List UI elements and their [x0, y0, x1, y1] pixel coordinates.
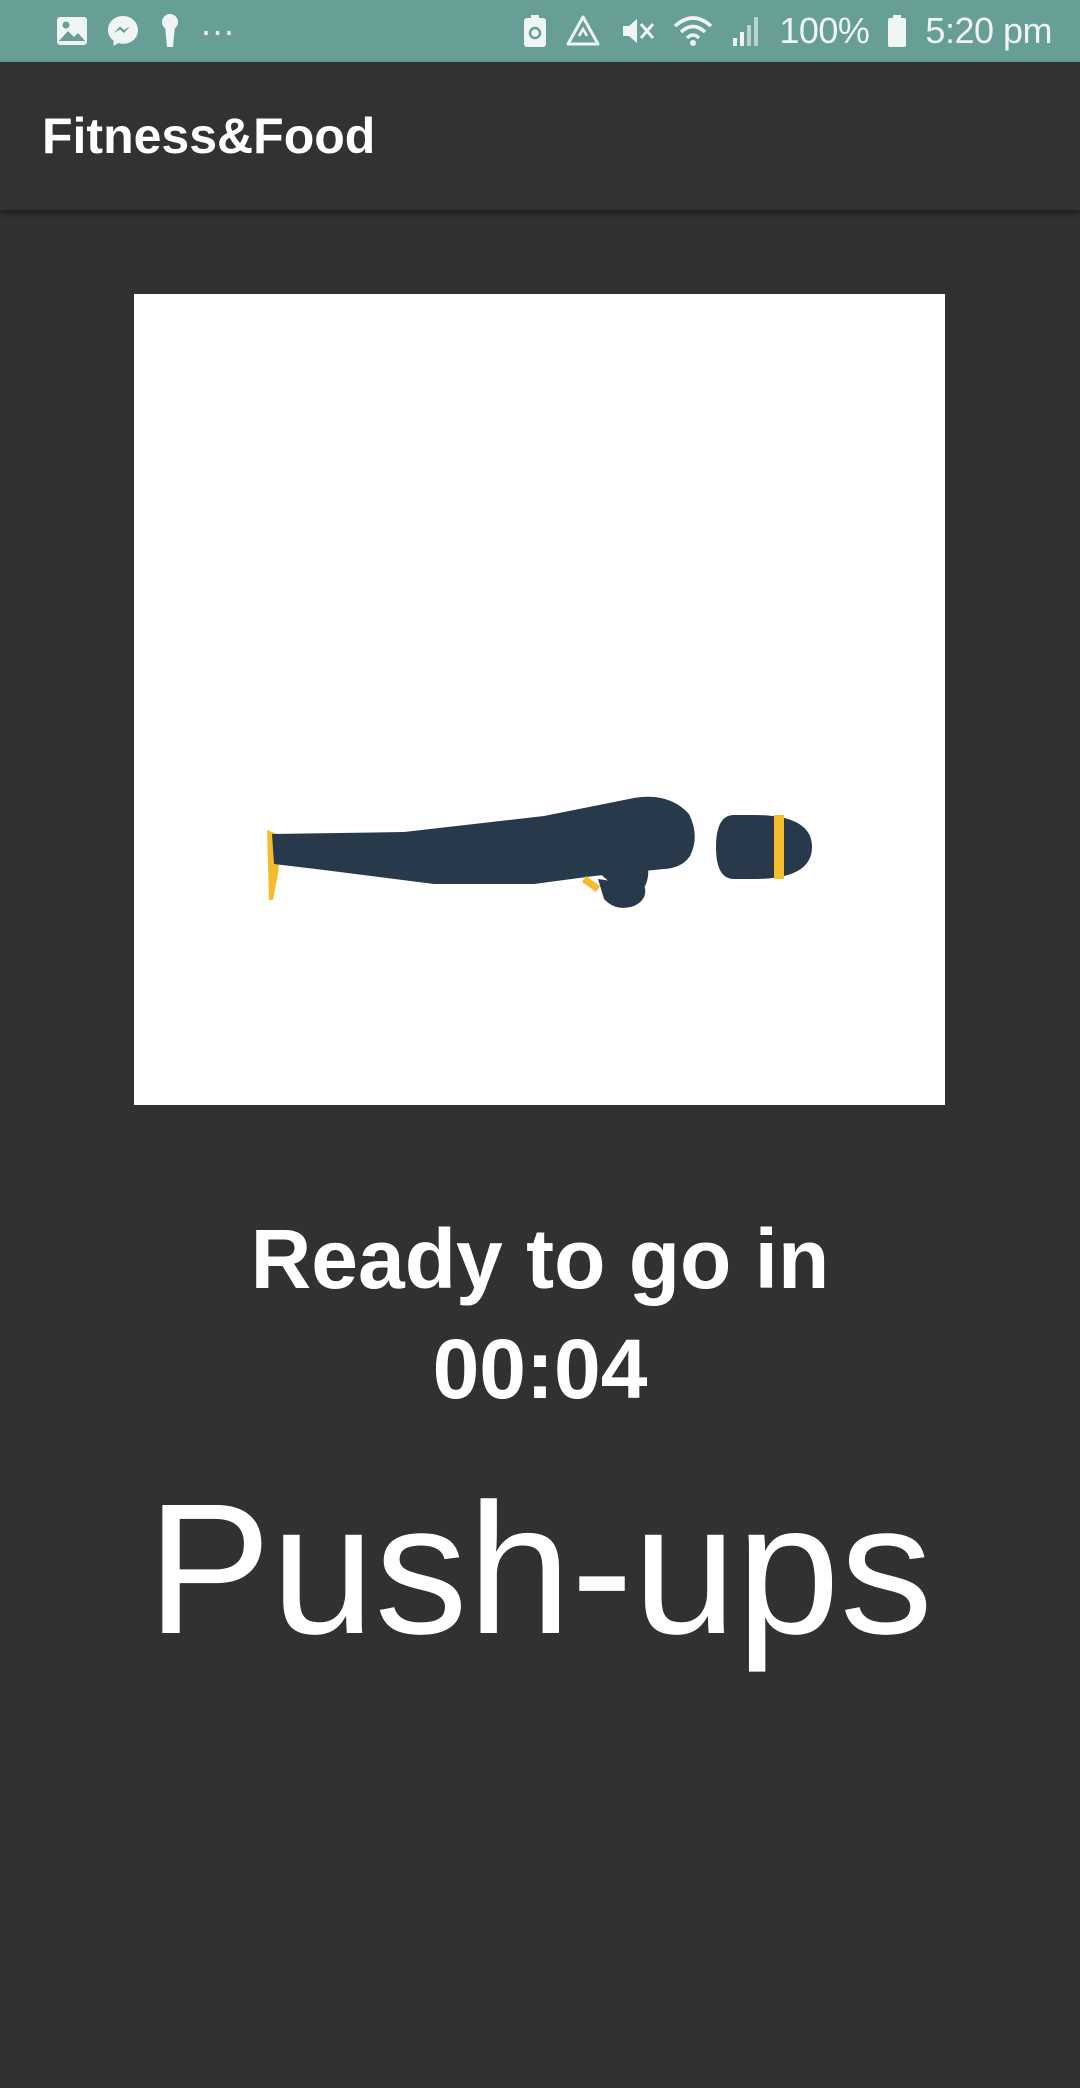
battery-percent: 100%: [779, 10, 870, 51]
pushup-figure-icon: [267, 796, 812, 908]
gallery-icon: [56, 13, 88, 49]
exercise-illustration: [134, 294, 945, 1105]
more-notifications-indicator: ···: [200, 10, 235, 51]
battery-icon: [887, 13, 907, 49]
status-bar: ··· 100% 5:20 pm: [0, 0, 1080, 62]
keyhole-icon: [158, 13, 182, 49]
data-sync-icon: [565, 13, 601, 49]
battery-saver-icon: [523, 13, 547, 49]
exercise-name: Push-ups: [147, 1466, 933, 1673]
clock: 5:20 pm: [925, 10, 1052, 51]
status-notifications: ···: [56, 10, 235, 52]
countdown-timer: 00:04: [432, 1322, 648, 1416]
mute-icon: [619, 13, 655, 49]
wifi-icon: [673, 13, 713, 49]
signal-icon: [731, 13, 761, 49]
messenger-icon: [106, 13, 140, 49]
status-system: 100% 5:20 pm: [523, 10, 1052, 52]
app-bar: Fitness&Food: [0, 62, 1080, 210]
ready-label: Ready to go in: [250, 1212, 830, 1306]
app-title: Fitness&Food: [42, 108, 376, 164]
